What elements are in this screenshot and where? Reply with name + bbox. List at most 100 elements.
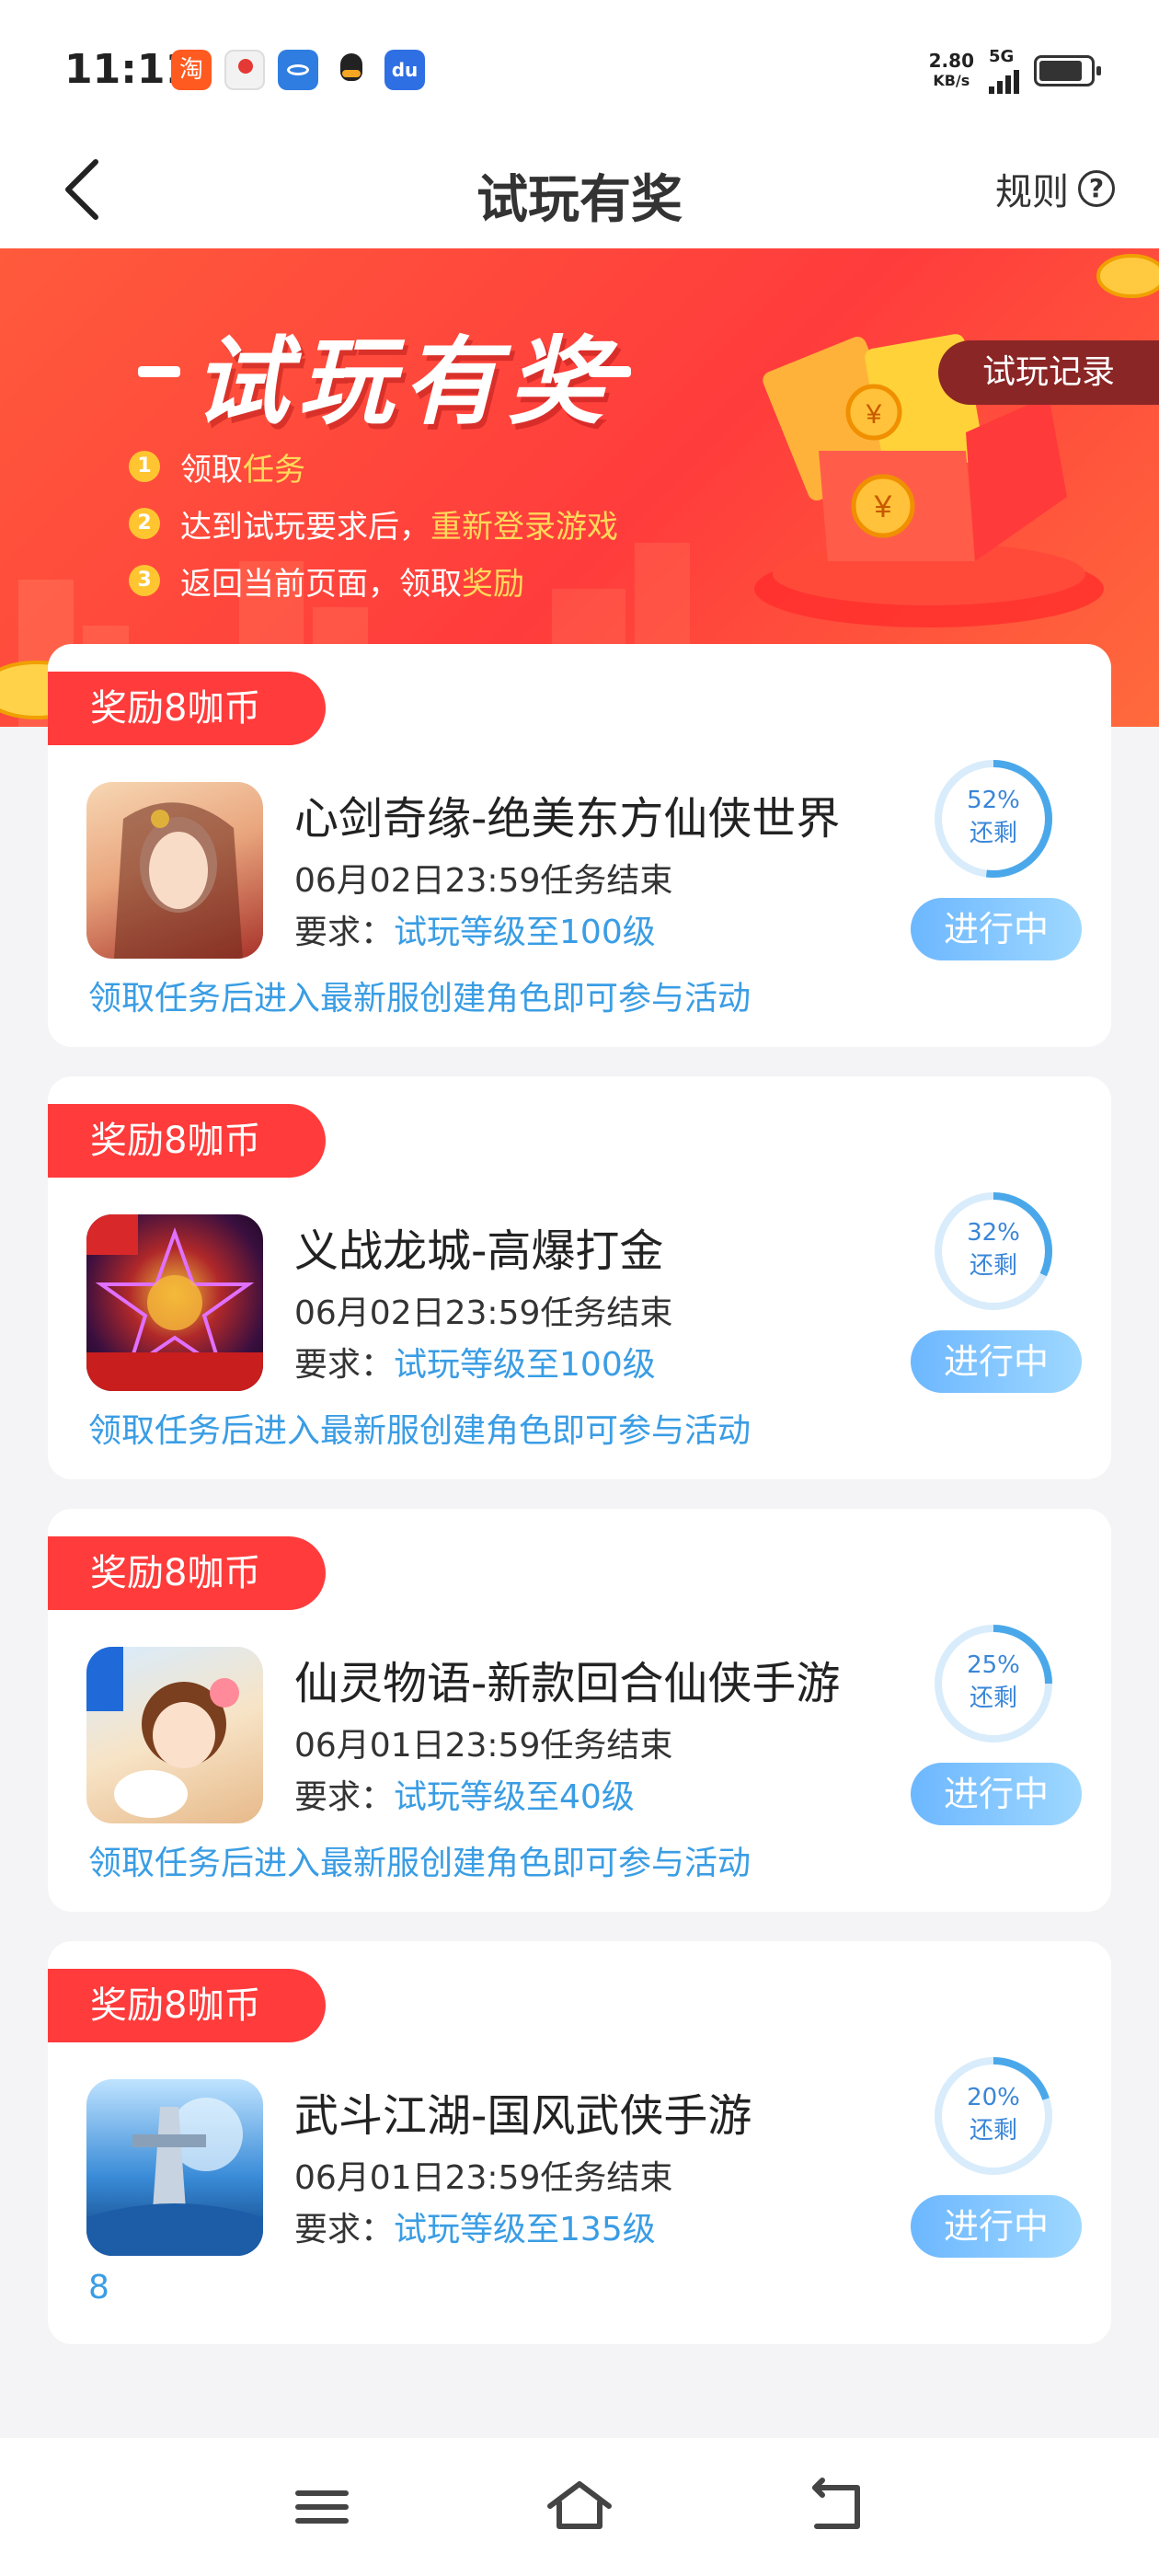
game-name: 义战龙城-高爆打金 [294,1225,664,1277]
remaining-percent: 25% [967,1651,1020,1679]
title-dash-decoration [589,366,631,377]
remaining-percent: 20% [967,2084,1020,2111]
remaining-label: 还剩 [969,1252,1017,1280]
remaining-label: 还剩 [969,2117,1017,2145]
game-thumbnail[interactable] [86,1214,263,1391]
remaining-label: 还剩 [969,820,1017,847]
task-deadline: 06月02日23:59任务结束 [294,862,673,900]
network-type: 5G [989,47,1015,66]
page-title: 试玩有奖 [476,170,683,230]
requirement-label: 要求： [294,914,395,951]
svg-text:¥: ¥ [874,489,892,524]
step-item: 3 返回当前页面，领取奖励 [129,552,618,609]
remaining-percent: 52% [967,787,1020,814]
step-item: 1 领取任务 [129,438,618,495]
back-nav-button[interactable] [800,2475,874,2539]
requirement-value: 试玩等级至100级 [394,1346,656,1384]
task-note: 领取任务后进入最新服创建角色即可参与活动 [88,980,752,1018]
task-card[interactable]: 奖励8咖币 心剑奇缘-绝美东方仙侠世界 06月02日23:59任务结束 要求：试… [48,644,1111,1047]
task-deadline: 06月01日23:59任务结束 [294,2159,673,2197]
remaining-label: 还剩 [969,1685,1017,1712]
step-number: 3 [129,565,160,596]
step-text: 返回当前页面，领取 [180,565,462,603]
step-text: 达到试玩要求后， [180,508,430,546]
game-art-icon [86,1214,263,1391]
task-card[interactable]: 奖励8咖币 义战龙城-高爆打金 06月02日23:59任务结束 要求：试玩等级至… [48,1076,1111,1479]
system-nav-bar [0,2438,1159,2576]
status-bar: 11:11 淘 du 2.80 KB/s 5G [0,0,1159,138]
status-button[interactable]: 进行中 [911,898,1082,960]
status-button[interactable]: 进行中 [911,1330,1082,1393]
notification-icons: 淘 du [171,50,425,90]
requirement-label: 要求： [294,1778,395,1816]
requirement-value: 试玩等级至40级 [394,1778,635,1816]
signal-icon: 5G [989,48,1019,94]
remaining-text: 32% 还剩 [931,1216,1056,1282]
step-number: 1 [129,451,160,482]
status-button[interactable]: 进行中 [911,2195,1082,2258]
home-button[interactable] [543,2475,616,2539]
steps-list: 1 领取任务 2 达到试玩要求后，重新登录游戏 3 返回当前页面，领取奖励 [129,438,618,609]
step-text: 领取 [180,451,243,489]
remaining-percent: 32% [967,1219,1020,1247]
task-requirement: 要求：试玩等级至100级 [294,905,656,953]
step-highlight: 重新登录游戏 [430,508,618,546]
reward-tag: 奖励8咖币 [48,1104,326,1178]
svg-text:¥: ¥ [866,399,882,430]
menu-button[interactable] [285,2475,359,2539]
status-indicators: 2.80 KB/s 5G [929,48,1101,94]
game-art-icon [86,2098,263,2256]
play-record-button[interactable]: 试玩记录 [938,340,1159,405]
game-art-icon [114,802,243,959]
browser-icon [278,50,318,90]
qq-icon [331,50,372,90]
requirement-value: 试玩等级至135级 [394,2211,656,2248]
network-speed: 2.80 KB/s [929,51,974,91]
battery-icon [1034,55,1101,86]
game-thumbnail[interactable] [86,782,263,959]
step-highlight: 任务 [243,451,305,489]
remaining-text: 52% 还剩 [931,784,1056,850]
home-icon [547,2481,612,2529]
remaining-text: 25% 还剩 [931,1649,1056,1715]
task-requirement: 要求：试玩等级至135级 [294,2202,656,2250]
speed-unit: KB/s [933,72,970,89]
menu-icon [295,2490,349,2524]
coin-decoration [1096,254,1159,298]
task-requirement: 要求：试玩等级至40级 [294,1770,635,1818]
task-note: 8 [88,2269,109,2306]
task-deadline: 06月01日23:59任务结束 [294,1727,673,1765]
game-name: 仙灵物语-新款回合仙侠手游 [294,1658,841,1709]
status-button[interactable]: 进行中 [911,1763,1082,1825]
remaining-text: 20% 还剩 [931,2081,1056,2147]
step-item: 2 达到试玩要求后，重新登录游戏 [129,495,618,552]
app-header: 试玩有奖 规则 ? [0,138,1159,248]
reward-tag: 奖励8咖币 [48,1969,326,2042]
task-card[interactable]: 奖励8咖币 武斗江湖-国风武侠手游 06月01日23:59任务结束 要求：试玩等… [48,1941,1111,2344]
title-dash-decoration [138,366,180,377]
banner-title: 试玩有奖 [193,326,614,438]
game-thumbnail[interactable] [86,2079,263,2256]
requirement-value: 试玩等级至100级 [394,914,656,951]
back-icon [812,2478,860,2529]
game-art-icon [86,1647,239,1818]
requirement-label: 要求： [294,1346,395,1384]
reward-tag: 奖励8咖币 [48,1536,326,1610]
rules-label: 规则 [995,171,1069,213]
step-highlight: 奖励 [462,565,524,603]
baidu-icon: du [384,50,425,90]
speed-value: 2.80 [928,50,974,72]
help-icon: ? [1078,170,1115,207]
game-name: 武斗江湖-国风武侠手游 [294,2090,752,2142]
taobao-icon: 淘 [171,50,212,90]
task-note: 领取任务后进入最新服创建角色即可参与活动 [88,1412,752,1450]
task-card[interactable]: 奖励8咖币 仙灵物语-新款回合仙侠手游 06月01日23:59任务结束 要求：试… [48,1509,1111,1912]
requirement-label: 要求： [294,2211,395,2248]
task-requirement: 要求：试玩等级至100级 [294,1338,656,1386]
rules-button[interactable]: 规则 ? [995,162,1115,215]
maps-icon [224,50,265,90]
game-name: 心剑奇缘-绝美东方仙侠世界 [294,793,841,845]
task-deadline: 06月02日23:59任务结束 [294,1294,673,1332]
reward-tag: 奖励8咖币 [48,672,326,745]
game-thumbnail[interactable] [86,1647,263,1823]
